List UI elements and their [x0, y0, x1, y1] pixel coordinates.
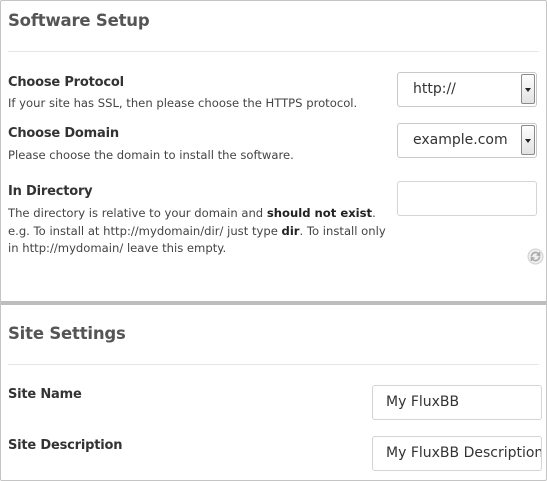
- site-description-label: Site Description: [8, 438, 123, 453]
- domain-help: Please choose the domain to install the …: [8, 148, 294, 162]
- installer-panel: Software Setup Choose Protocol If your s…: [0, 0, 547, 481]
- chevron-down-icon[interactable]: [521, 74, 535, 104]
- site-description-input[interactable]: My FluxBB Description: [372, 436, 542, 471]
- domain-value: example.com: [413, 132, 508, 148]
- site-settings-title: Site Settings: [8, 324, 126, 343]
- protocol-value: http://: [413, 81, 456, 97]
- protocol-label: Choose Protocol: [8, 75, 124, 90]
- refresh-icon[interactable]: [527, 248, 544, 265]
- protocol-select[interactable]: http://: [397, 72, 537, 107]
- site-name-label: Site Name: [8, 387, 82, 402]
- divider: [8, 51, 539, 52]
- chevron-down-icon[interactable]: [521, 125, 535, 155]
- site-name-input[interactable]: My FluxBB: [372, 385, 542, 420]
- directory-help: The directory is relative to your domain…: [8, 206, 386, 255]
- domain-select[interactable]: example.com: [397, 123, 537, 158]
- directory-label: In Directory: [8, 184, 93, 199]
- domain-label: Choose Domain: [8, 126, 119, 141]
- divider: [8, 364, 539, 365]
- software-setup-title: Software Setup: [8, 11, 150, 30]
- directory-input[interactable]: [397, 181, 537, 216]
- section-separator: [1, 301, 546, 305]
- protocol-help: If your site has SSL, then please choose…: [8, 96, 358, 110]
